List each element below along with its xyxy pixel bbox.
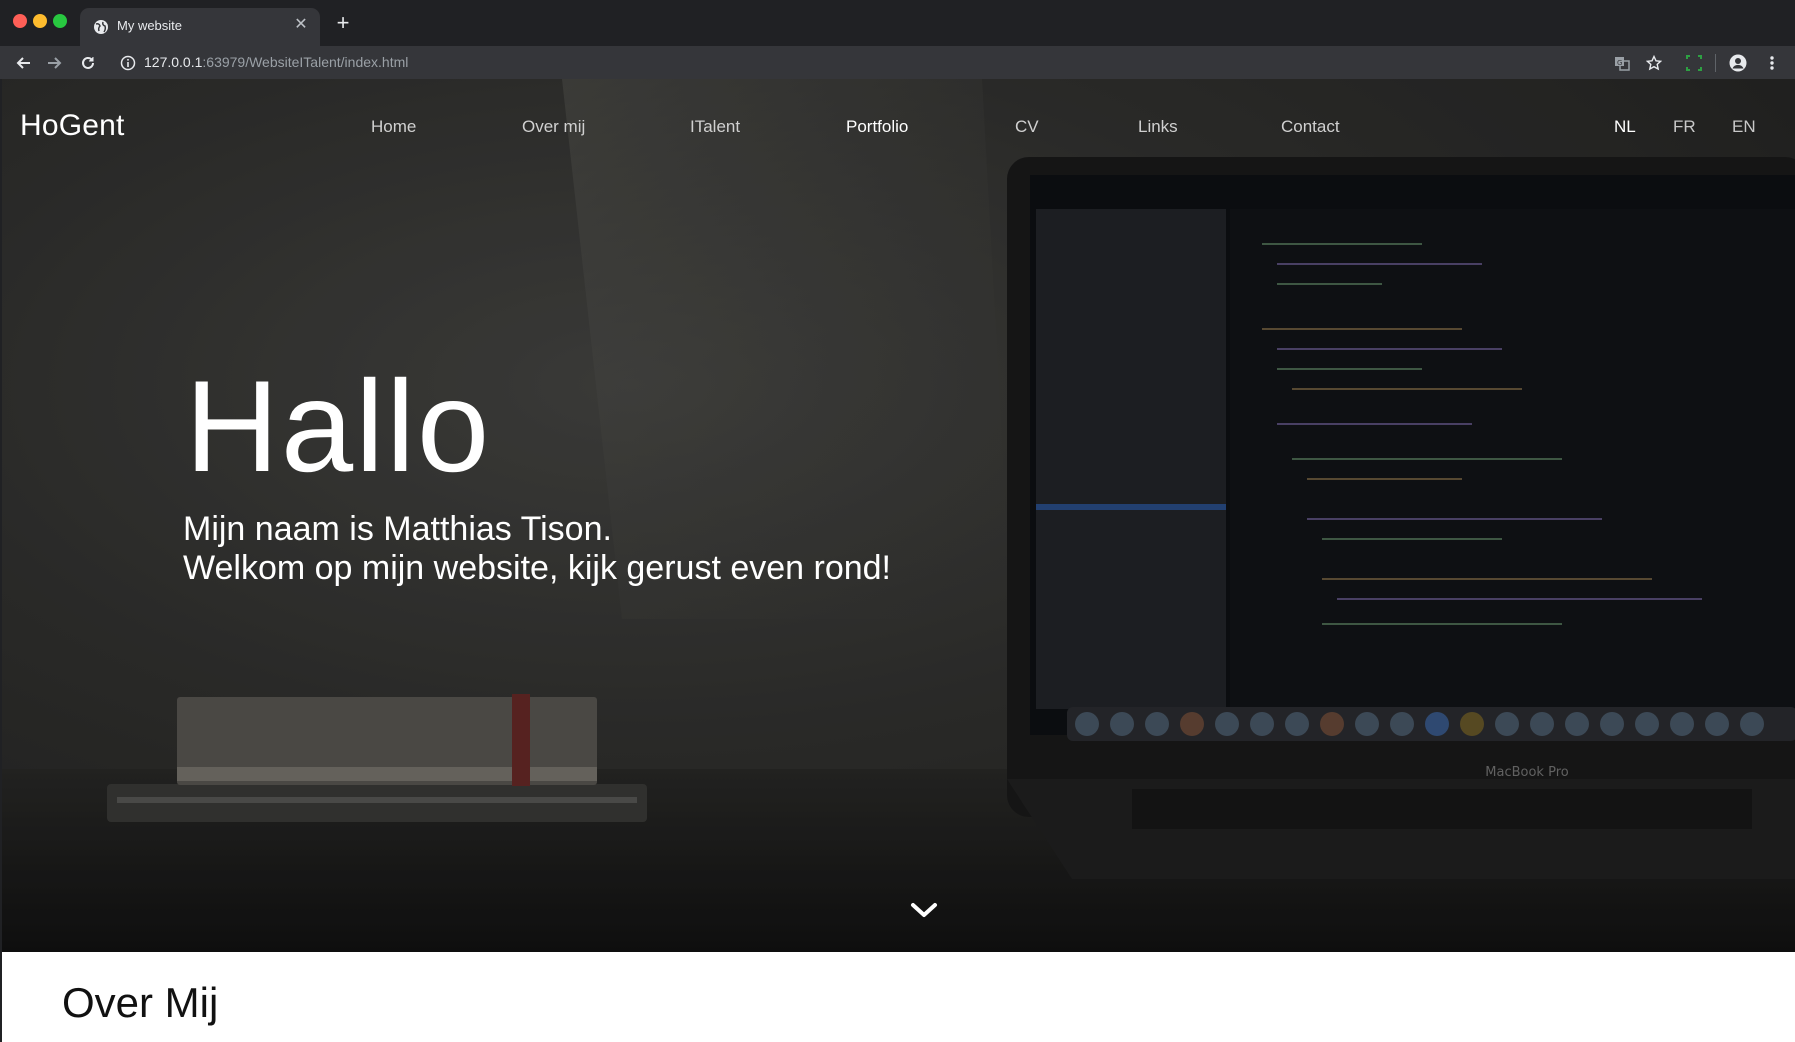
hero-subtitle-line-2: Welkom op mijn website, kijk gerust even… (183, 549, 892, 587)
tab-title: My website (117, 18, 183, 33)
nav-contact[interactable]: Contact (1281, 117, 1340, 137)
chevron-down-icon[interactable] (909, 899, 939, 921)
profile-icon[interactable] (1727, 52, 1749, 74)
star-icon[interactable] (1643, 52, 1665, 74)
hero-section: MacBook Pro HoGent Home Over mij ITalent… (2, 79, 1795, 952)
tab-strip: My website ✕ + (0, 0, 1795, 46)
address-bar[interactable]: 127.0.0.1:63979/WebsiteITalent/index.htm… (144, 54, 408, 70)
page-viewport: MacBook Pro HoGent Home Over mij ITalent… (2, 79, 1795, 1042)
nav-cv[interactable]: CV (1015, 117, 1039, 137)
kebab-menu-icon[interactable] (1761, 52, 1783, 74)
nav-links[interactable]: Links (1138, 117, 1178, 137)
about-section-title: Over Mij (62, 979, 219, 1026)
svg-text:G: G (1617, 59, 1622, 67)
back-arrow-icon[interactable] (12, 52, 34, 74)
globe-icon (94, 20, 108, 34)
close-window-button[interactable] (13, 14, 27, 28)
browser-window: My website ✕ + 127.0.0.1:63979/WebsiteIT… (0, 0, 1795, 1042)
nav-italent[interactable]: ITalent (690, 117, 740, 137)
reload-icon[interactable] (77, 52, 99, 74)
brand-logo[interactable]: HoGent (20, 109, 125, 143)
nav-home[interactable]: Home (371, 117, 416, 137)
lang-nl[interactable]: NL (1614, 117, 1636, 137)
lang-en[interactable]: EN (1732, 117, 1756, 137)
browser-toolbar: 127.0.0.1:63979/WebsiteITalent/index.htm… (0, 46, 1795, 79)
translate-icon[interactable]: G (1611, 52, 1633, 74)
close-tab-icon[interactable]: ✕ (292, 16, 310, 34)
lang-fr[interactable]: FR (1673, 117, 1696, 137)
new-tab-icon[interactable]: + (332, 12, 354, 34)
nav-portfolio[interactable]: Portfolio (846, 117, 908, 137)
hero-title: Hallo (185, 353, 492, 499)
extension-icon[interactable] (1683, 52, 1705, 74)
forward-arrow-icon[interactable] (44, 52, 66, 74)
minimize-window-button[interactable] (33, 14, 47, 28)
url-path: :63979/WebsiteITalent/index.html (202, 54, 409, 70)
browser-tab[interactable]: My website ✕ (80, 8, 320, 46)
hero-subtitle-line-1: Mijn naam is Matthias Tison. (183, 510, 612, 548)
url-host: 127.0.0.1 (144, 54, 203, 70)
toolbar-divider (1715, 54, 1716, 72)
info-icon[interactable] (120, 55, 136, 71)
nav-over-mij[interactable]: Over mij (522, 117, 585, 137)
maximize-window-button[interactable] (53, 14, 67, 28)
